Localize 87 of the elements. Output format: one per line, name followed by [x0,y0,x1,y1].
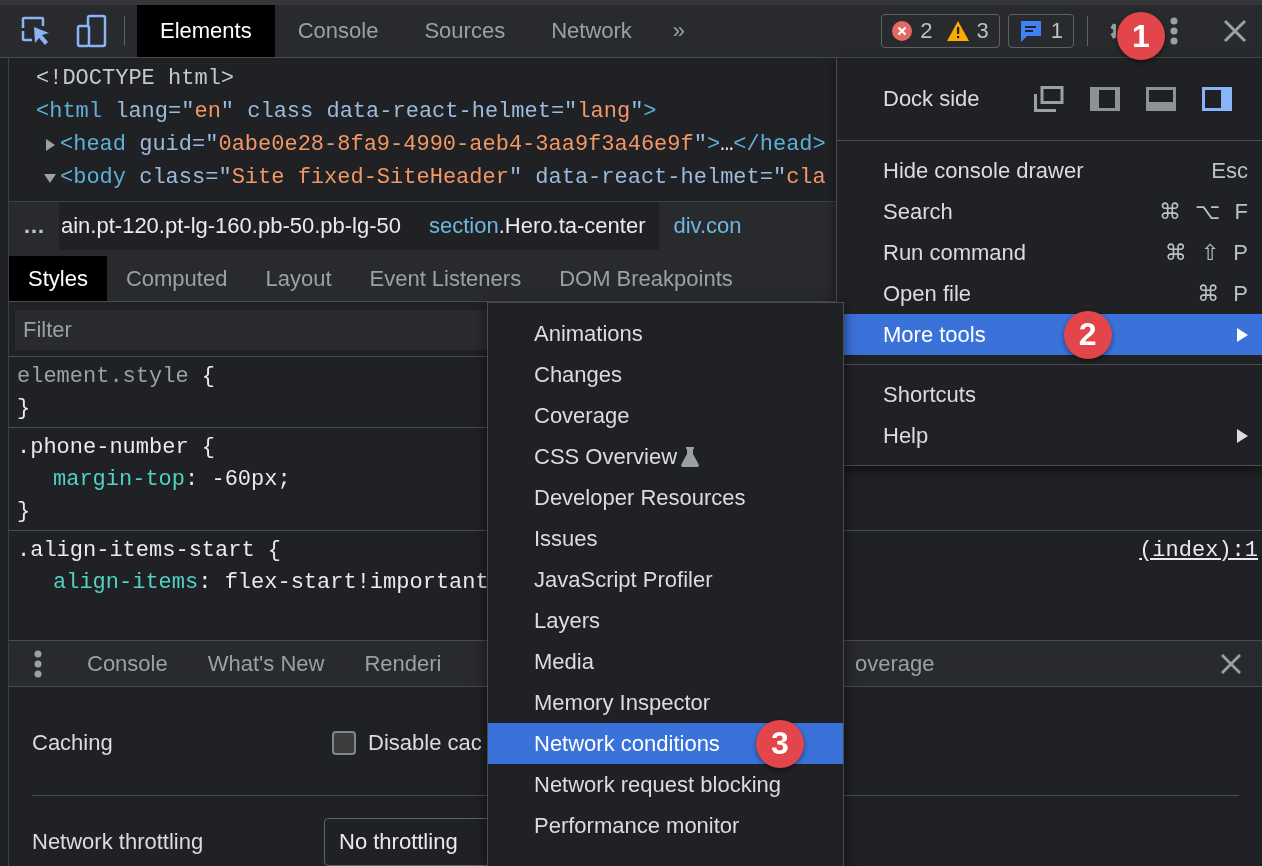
breadcrumb-item[interactable]: div.con [659,202,756,250]
menu-item[interactable]: Layers [488,600,843,641]
menu-item-label: Changes [534,361,623,388]
more-options-icon[interactable] [1168,16,1180,46]
menu-item-label: Help [883,422,929,449]
dock-bottom-icon[interactable] [1146,86,1176,112]
more-panels-button[interactable]: » [654,5,704,57]
drawer-tab[interactable]: What's New [187,641,345,686]
setting-label: Caching [32,730,114,756]
css-selector: .phone-number { [17,434,216,460]
closing-brace: } [17,395,31,421]
dock-left-icon[interactable] [1090,86,1120,112]
menu-item-label: Issues [534,525,598,552]
sidebar-tab[interactable]: Styles [9,256,107,301]
dock-undock-icon[interactable] [1034,86,1064,112]
sidebar-tab[interactable]: Event Listeners [350,256,541,301]
close-drawer-icon[interactable] [1220,652,1242,675]
dock-right-icon[interactable] [1202,86,1232,112]
messages-counter[interactable]: 1 [1007,14,1074,48]
warning-icon [946,21,969,41]
menu-item[interactable]: Media [488,641,843,682]
dom-node-code[interactable]: <html lang="en" class data-react-helmet="lang"> [36,99,657,124]
step-marker: 3 [755,719,804,768]
css-declaration[interactable]: margin-top: -60px; [17,466,291,492]
panel-tab[interactable]: Elements [137,5,275,57]
panel-tab[interactable]: Network [528,5,655,57]
css-selector: element.style { [17,363,216,389]
panel-tab[interactable]: Console [274,5,402,57]
checkbox-label: Disable cac [368,730,482,756]
breadcrumb-item[interactable]: section.Hero.ta-center [415,202,660,250]
menu-item[interactable]: Search ⌘ ⌥ F [837,191,1262,232]
drawer-tab[interactable]: overage [843,641,947,686]
menu-item-label: Hide console drawer [883,157,1084,184]
css-declaration[interactable]: align-items: flex-start!important [17,569,489,595]
menu-item[interactable]: Changes [488,354,843,395]
issues-counter[interactable]: 2 3 [881,14,1000,48]
expand-triangle-icon[interactable] [44,138,56,151]
dom-node-code[interactable]: <body class="Site fixed-SiteHeader" data-react-helmet="cla [60,165,826,190]
menu-item[interactable]: Developer Resources [488,477,843,518]
checkbox[interactable] [332,731,356,755]
menu-item-label: Media [534,648,594,675]
menu-item-label: CSS Overview [534,443,678,470]
step-marker: 2 [1063,310,1112,359]
menu-item-label: Developer Resources [534,484,746,511]
css-selector: .align-items-start { [17,537,282,563]
message-icon [1018,19,1043,43]
menu-item[interactable]: Issues [488,518,843,559]
menu-item-label: Run command [883,239,1027,266]
error-icon [892,21,913,41]
sidebar-tab[interactable]: Layout [246,256,351,301]
closing-brace: } [17,498,31,524]
menu-item-label: More tools [883,321,986,348]
keyboard-shortcut: ⌘ P [1197,280,1248,307]
panel-tab[interactable]: Sources [401,5,529,57]
menu-label: Dock side [883,86,981,112]
menu-item-label: Animations [534,320,643,347]
step-marker: 1 [1117,12,1165,60]
close-icon[interactable] [1222,18,1248,44]
menu-item[interactable]: Hide console drawer Esc [837,150,1262,191]
source-link[interactable]: (index):1 [1139,537,1258,563]
breadcrumb-item[interactable]: ain.pt-120.pt-lg-160.pb-50.pb-lg-50 [59,202,415,250]
dom-node-code[interactable]: <!DOCTYPE html> [36,66,235,91]
setting-label: Network throttling [32,829,205,855]
menu-item-label: Network request blocking [534,771,781,798]
menu-item-label: Search [883,198,953,225]
menu-item-label: Open file [883,280,972,307]
drawer-menu-icon[interactable] [33,649,43,678]
collapse-triangle-icon[interactable] [44,171,56,184]
keyboard-shortcut: ⌘ ⌥ F [1159,198,1248,225]
keyboard-shortcut: Esc [1211,157,1248,184]
menu-item-label: Coverage [534,402,630,429]
drawer-tab[interactable]: Renderi [344,641,462,686]
dom-node-code[interactable]: <head guid="0abe0e28-8fa9-4990-aeb4-3aa9f3a46e9f">…</head> [60,132,826,157]
menu-item-label: Network conditions [534,730,720,757]
device-toolbar-icon[interactable] [76,14,108,48]
menu-item-label: Layers [534,607,601,634]
keyboard-shortcut: ⌘ ⇧ P [1164,239,1248,266]
drawer-tab[interactable]: Console [67,641,188,686]
sidebar-tab[interactable]: DOM Breakpoints [540,256,752,301]
menu-item-label: Shortcuts [883,381,976,408]
breadcrumb-overflow-button[interactable]: … [9,202,59,250]
menu-item-label: JavaScript Profiler [534,566,713,593]
menu-item[interactable]: Run command ⌘ ⇧ P [837,232,1262,273]
menu-item-label: Memory Inspector [534,689,711,716]
menu-item-label: Performance monitor [534,812,740,839]
menu-item[interactable]: JavaScript Profiler [488,559,843,600]
sidebar-tab[interactable]: Computed [106,256,247,301]
